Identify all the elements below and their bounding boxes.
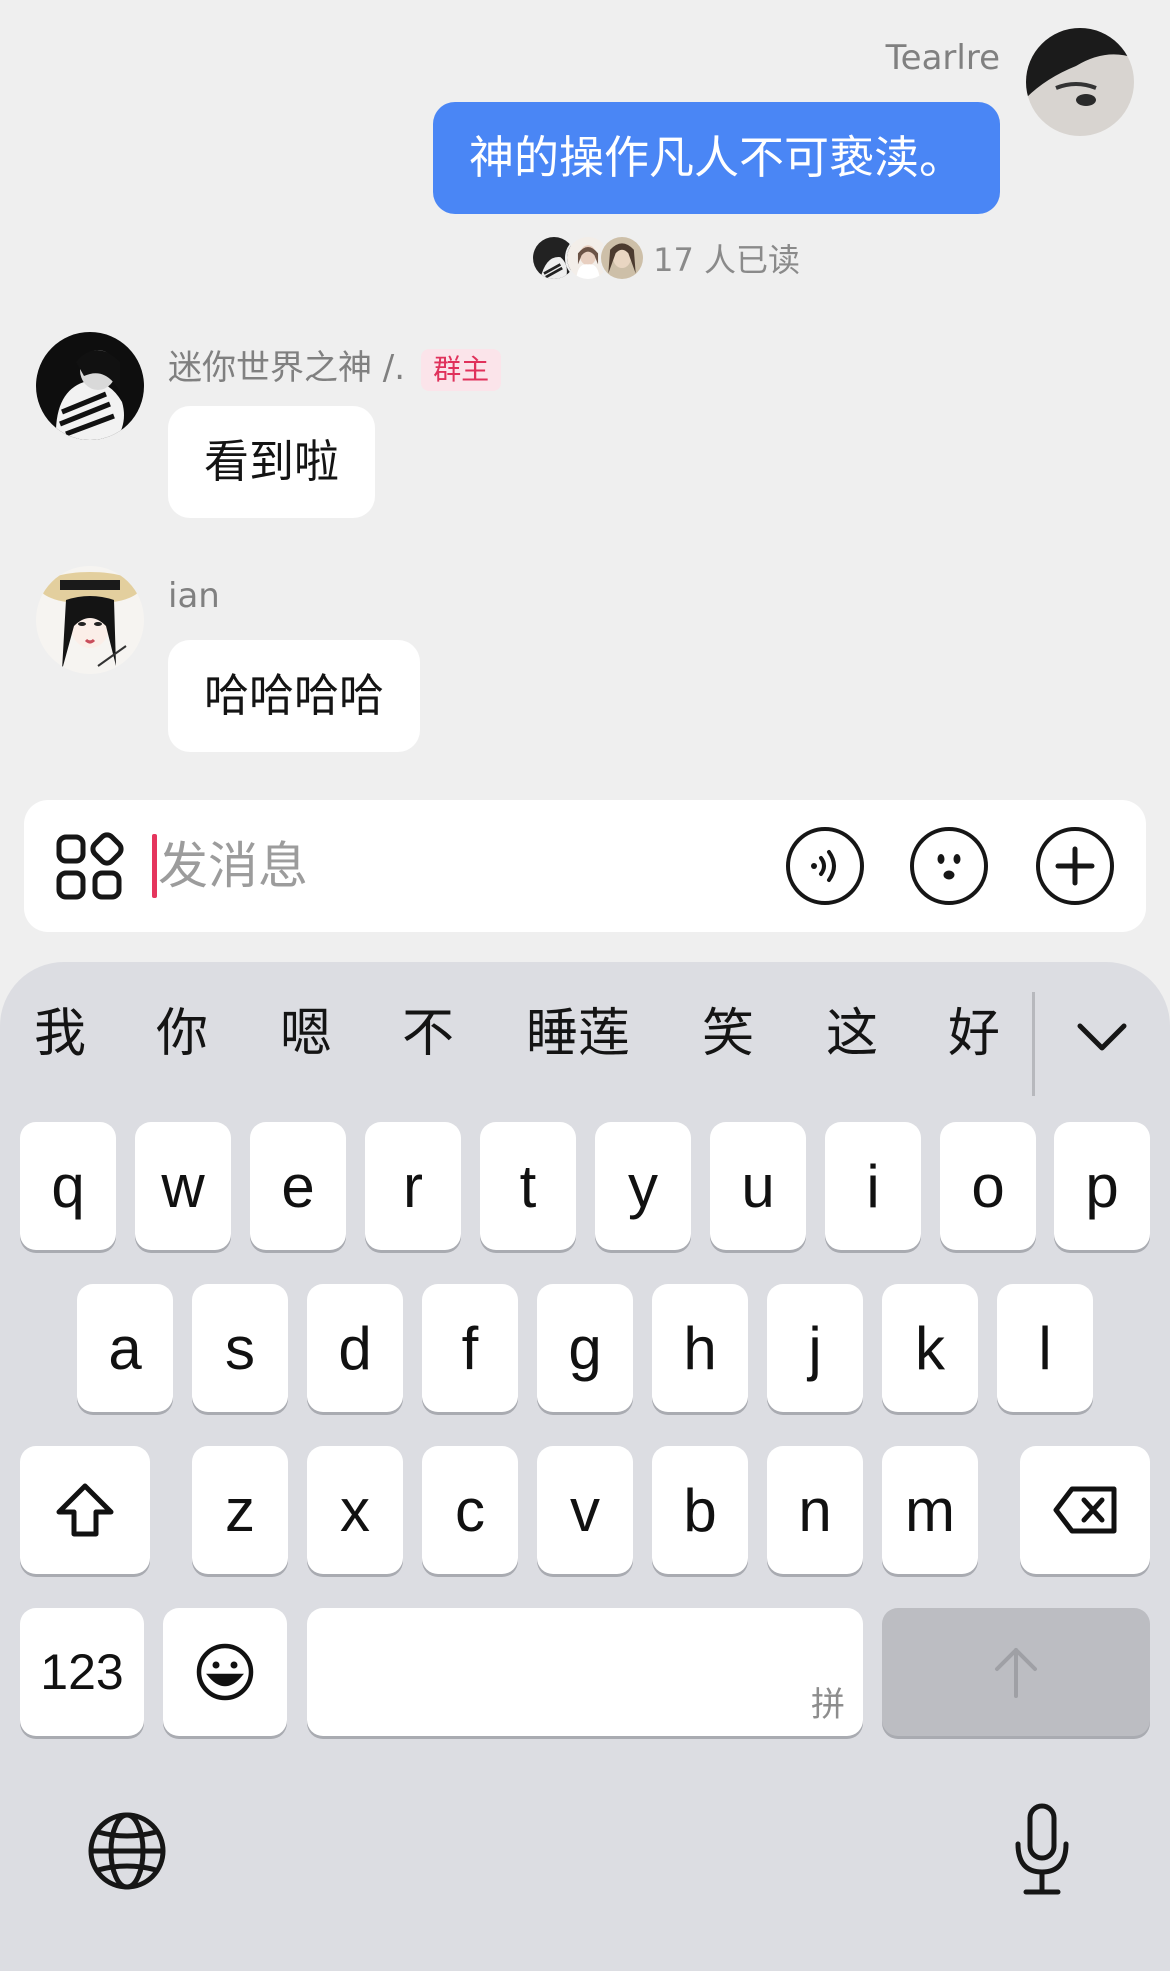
candidate-word[interactable]: 笑 xyxy=(702,1002,754,1066)
key-o[interactable]: o xyxy=(940,1122,1036,1250)
key-f[interactable]: f xyxy=(422,1284,518,1412)
key-i[interactable]: i xyxy=(825,1122,921,1250)
message-input[interactable] xyxy=(158,824,758,908)
read-count: 17 人已读 xyxy=(653,241,800,279)
key-j[interactable]: j xyxy=(767,1284,863,1412)
candidate-word[interactable]: 我 xyxy=(34,1002,86,1066)
message-bubble-mine[interactable]: 神的操作凡人不可亵渎。 xyxy=(432,102,1000,214)
apps-icon[interactable] xyxy=(54,832,124,902)
key-a[interactable]: a xyxy=(77,1284,173,1412)
candidate-word[interactable]: 嗯 xyxy=(280,1002,332,1066)
key-v[interactable]: v xyxy=(537,1446,633,1574)
key-k[interactable]: k xyxy=(882,1284,978,1412)
send-key[interactable] xyxy=(882,1608,1150,1736)
reader-avatar xyxy=(599,235,646,281)
arrow-up-icon xyxy=(995,1648,1037,1698)
candidate-divider xyxy=(1032,992,1035,1096)
emoji-icon xyxy=(937,854,961,880)
key-z[interactable]: z xyxy=(192,1446,288,1574)
key-u[interactable]: u xyxy=(710,1122,806,1250)
key-l[interactable]: l xyxy=(997,1284,1093,1412)
key-x[interactable]: x xyxy=(307,1446,403,1574)
plus-icon xyxy=(1055,846,1095,886)
read-avatars xyxy=(531,235,646,281)
message-bubble[interactable]: 看到啦 xyxy=(168,406,376,518)
delete-key[interactable] xyxy=(1020,1446,1150,1574)
shift-icon xyxy=(56,1483,114,1537)
key-t[interactable]: t xyxy=(480,1122,576,1250)
candidate-bar: 我 你 嗯 不 睡莲 笑 这 好 xyxy=(0,962,1170,1104)
key-y[interactable]: y xyxy=(595,1122,691,1250)
group-owner-badge: 群主 xyxy=(421,348,502,391)
avatar-ian[interactable] xyxy=(36,566,144,674)
voice-icon xyxy=(811,850,836,882)
backspace-icon xyxy=(1053,1486,1117,1534)
key-d[interactable]: d xyxy=(307,1284,403,1412)
input-mode-hint: 拼 xyxy=(811,1685,845,1725)
key-h[interactable]: h xyxy=(652,1284,748,1412)
avatar-minisjzs[interactable] xyxy=(36,332,144,440)
chat-area: Tearlre 神的操作凡人不可亵渎。 17 人已读 迷你世界之神 /. 群主 … xyxy=(0,0,1170,800)
space-key[interactable]: 拼 xyxy=(307,1608,863,1736)
sender-name: Tearlre xyxy=(885,38,1000,78)
voice-button[interactable] xyxy=(786,827,864,905)
key-e[interactable]: e xyxy=(250,1122,346,1250)
key-n[interactable]: n xyxy=(767,1446,863,1574)
candidate-word[interactable]: 不 xyxy=(402,1002,454,1066)
key-m[interactable]: m xyxy=(882,1446,978,1574)
emoji-icon xyxy=(196,1643,254,1701)
message-input-bar xyxy=(24,800,1146,932)
candidate-word[interactable]: 好 xyxy=(948,1002,1000,1066)
chevron-down-icon[interactable] xyxy=(1072,1012,1132,1062)
keyboard: 我 你 嗯 不 睡莲 笑 这 好 q w e r t y u i o p a s… xyxy=(0,962,1170,1971)
sender-name: ian xyxy=(168,576,220,616)
microphone-icon[interactable] xyxy=(1010,1802,1074,1896)
read-receipt[interactable]: 17 人已读 xyxy=(531,232,800,284)
avatar-tearlre[interactable] xyxy=(1026,28,1134,136)
sender-name-text: 迷你世界之神 /. xyxy=(168,348,406,388)
key-g[interactable]: g xyxy=(537,1284,633,1412)
key-p[interactable]: p xyxy=(1054,1122,1150,1250)
text-caret xyxy=(152,834,157,898)
message-bubble[interactable]: 哈哈哈哈 xyxy=(168,640,421,752)
sender-name: 迷你世界之神 /. 群主 xyxy=(168,340,502,391)
globe-icon[interactable] xyxy=(86,1810,168,1892)
candidate-word[interactable]: 睡莲 xyxy=(526,1002,630,1066)
emoji-button[interactable] xyxy=(910,827,988,905)
key-w[interactable]: w xyxy=(135,1122,231,1250)
candidate-word[interactable]: 这 xyxy=(826,1002,878,1066)
key-s[interactable]: s xyxy=(192,1284,288,1412)
shift-key[interactable] xyxy=(20,1446,150,1574)
candidate-word[interactable]: 你 xyxy=(156,1002,208,1066)
more-button[interactable] xyxy=(1036,827,1114,905)
key-c[interactable]: c xyxy=(422,1446,518,1574)
key-q[interactable]: q xyxy=(20,1122,116,1250)
numbers-key[interactable]: 123 xyxy=(20,1608,144,1736)
key-r[interactable]: r xyxy=(365,1122,461,1250)
key-b[interactable]: b xyxy=(652,1446,748,1574)
emoji-keyboard-key[interactable] xyxy=(163,1608,287,1736)
